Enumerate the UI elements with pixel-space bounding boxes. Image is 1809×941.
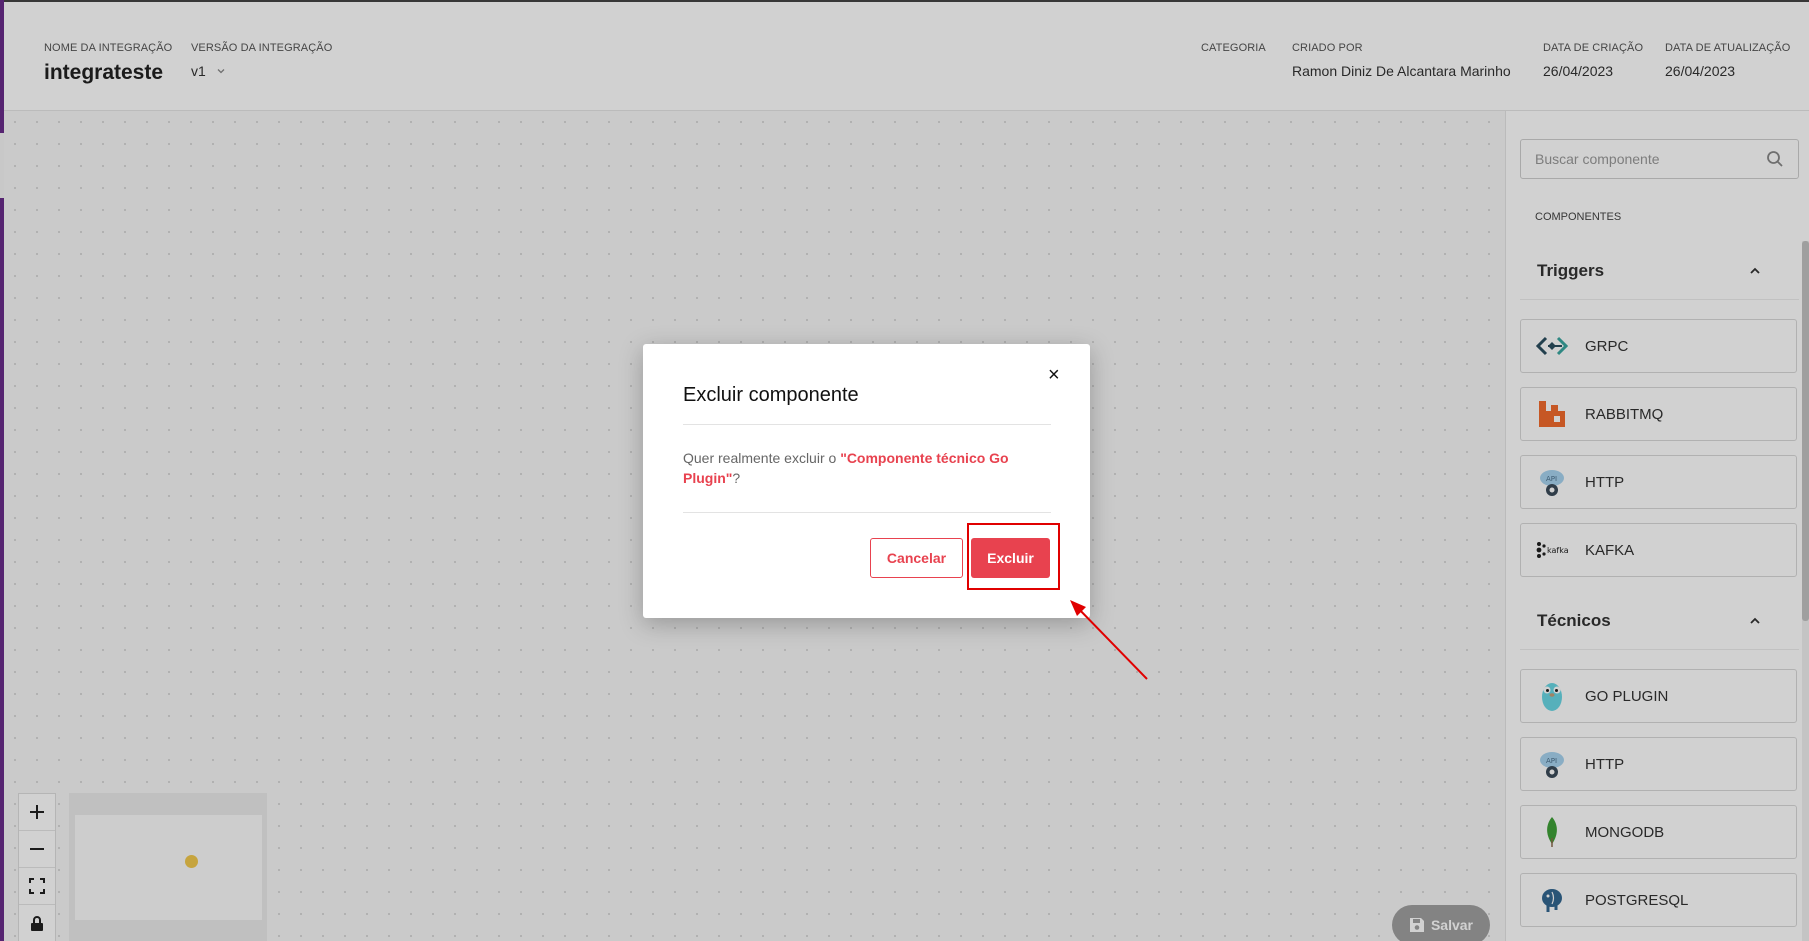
annotation-highlight-box [967, 523, 1060, 590]
dialog-message-prefix: Quer realmente excluir o [683, 450, 841, 466]
dialog-divider [683, 512, 1051, 513]
dialog-divider [683, 424, 1051, 425]
annotation-arrow-icon [1070, 600, 1148, 680]
dialog-message: Quer realmente excluir o "Componente téc… [683, 448, 1023, 488]
close-icon[interactable]: × [1048, 364, 1060, 387]
dialog-title: Excluir componente [683, 384, 859, 406]
dialog-message-suffix: ? [732, 470, 741, 486]
cancel-button[interactable]: Cancelar [870, 538, 963, 578]
